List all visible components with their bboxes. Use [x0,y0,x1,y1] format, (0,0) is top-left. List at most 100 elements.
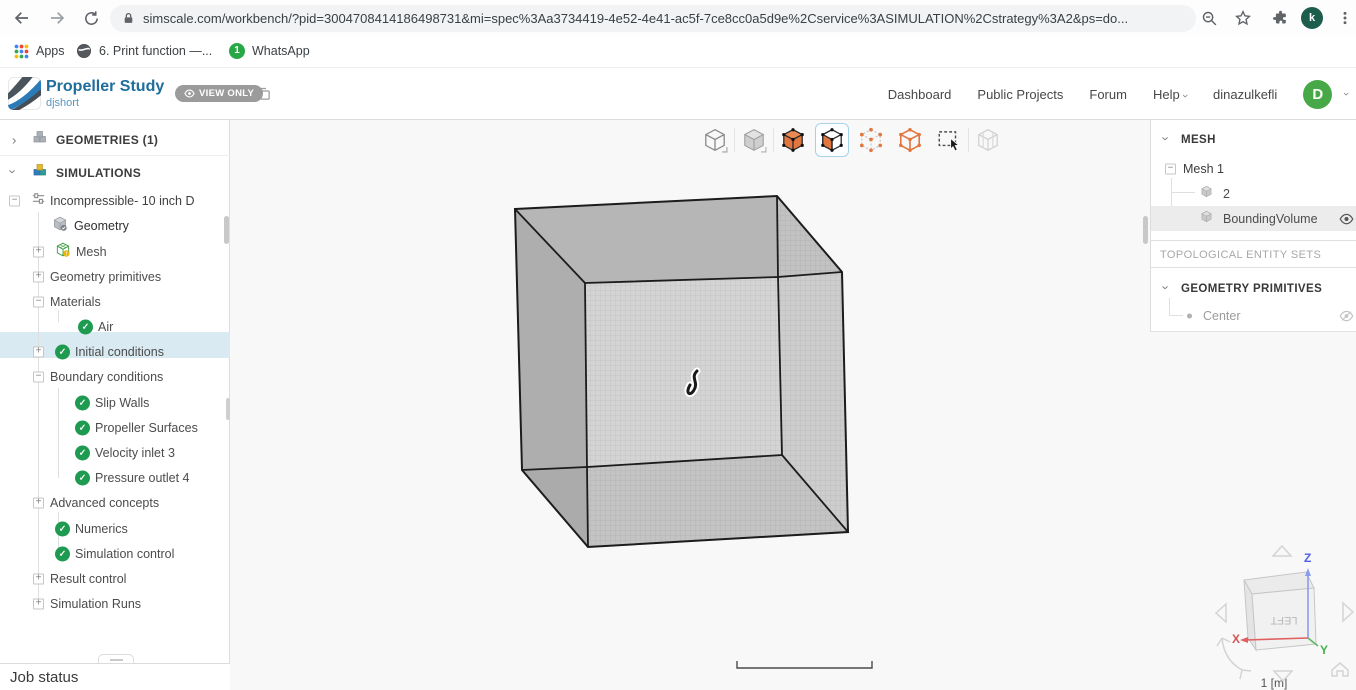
section-label: TOPOLOGICAL ENTITY SETS [1160,248,1322,261]
sidebar-item-geometry[interactable]: Geometry [0,213,230,238]
screen: simscale.com/workbench/?pid=300470841418… [0,0,1356,690]
sidebar-item-mesh[interactable]: + ! Mesh [0,239,230,264]
nav-arrow-left[interactable] [1214,602,1227,624]
check-complete-icon: ✓ [75,470,90,485]
right-panel-scrollbar[interactable] [1143,216,1148,244]
visibility-eye-off-icon[interactable] [1339,308,1354,323]
expand-icon[interactable]: + [33,598,44,609]
axis-x-label: X [1232,632,1240,646]
browser-toolbar: simscale.com/workbench/?pid=300470841418… [0,0,1356,35]
bookmark-print-function[interactable]: 6. Print function —... [76,35,212,67]
nav-forum[interactable]: Forum [1089,87,1127,102]
extensions-puzzle-icon[interactable] [1269,7,1291,29]
toolbar-hidden-geometry-button[interactable] [971,123,1005,157]
bookmark-whatsapp[interactable]: 1 WhatsApp [229,35,310,67]
job-status-panel[interactable]: Job status [0,663,230,690]
chevron-down-icon[interactable]: › [1159,285,1174,289]
browser-profile-avatar[interactable]: k [1301,7,1323,29]
toolbar-face-select-button[interactable] [815,123,849,157]
expand-icon[interactable]: + [33,271,44,282]
sidebar-item-boundary-conditions[interactable]: − Boundary conditions [0,364,230,389]
sidebar-item-geometries[interactable]: › GEOMETRIES (1) [0,127,230,152]
project-owner[interactable]: djshort [46,97,79,109]
apps-shortcut[interactable]: Apps [14,35,65,67]
toolbar-vertex-select-button[interactable] [854,123,888,157]
copy-project-icon[interactable] [256,86,271,101]
back-icon[interactable] [11,7,33,29]
expand-icon[interactable]: + [33,573,44,584]
simscale-logo[interactable] [8,77,41,110]
chevron-down-icon[interactable]: › [1340,92,1352,96]
tree-item-mesh1[interactable]: − Mesh 1 [1151,156,1356,181]
expand-icon[interactable]: + [33,246,44,257]
sidebar-item-label: GEOMETRIES (1) [56,132,159,147]
sidebar-item-simulation-runs[interactable]: + Simulation Runs [0,591,230,616]
url-text: simscale.com/workbench/?pid=300470841418… [143,11,1129,26]
nav-public-projects[interactable]: Public Projects [977,87,1063,102]
collapse-icon[interactable]: − [33,371,44,382]
tree-item-boundingvolume[interactable]: BoundingVolume [1151,206,1356,231]
user-avatar[interactable]: D [1303,79,1333,109]
expand-icon[interactable]: + [33,346,44,357]
sidebar-item-label: Pressure outlet 4 [95,470,190,485]
view-only-badge: VIEW ONLY [175,85,264,102]
project-title[interactable]: Propeller Study [46,78,164,96]
sidebar-item-air[interactable]: ✓ Air [0,314,230,339]
toolbar-wireframe-view-button[interactable] [698,123,732,157]
whatsapp-badge-icon: 1 [229,43,245,59]
sidebar-item-simulation-control[interactable]: ✓ Simulation control [0,541,230,566]
sidebar-item-label: Propeller Surfaces [95,420,198,435]
expand-icon[interactable]: + [33,497,44,508]
visibility-eye-icon[interactable] [1339,211,1354,226]
bookmark-star-icon[interactable] [1232,7,1254,29]
sidebar-item-propeller-surfaces[interactable]: ✓ Propeller Surfaces [0,415,230,440]
address-bar[interactable]: simscale.com/workbench/?pid=300470841418… [110,5,1196,32]
mesh-section-header[interactable]: › MESH [1151,127,1356,152]
reload-icon[interactable] [80,7,102,29]
nav-username[interactable]: dinazulkefli [1213,87,1277,102]
sidebar-item-pressure-outlet[interactable]: ✓ Pressure outlet 4 [0,465,230,490]
toolbar-edge-select-button[interactable] [893,123,927,157]
nav-arrow-up[interactable] [1271,544,1293,557]
sidebar-item-initial-conditions[interactable]: + ✓ Initial conditions [0,339,230,364]
check-complete-icon: ✓ [55,344,70,359]
collapse-icon[interactable]: − [9,195,20,206]
sidebar-item-label: Simulation Runs [50,596,142,611]
nav-help[interactable]: Help › [1153,87,1191,102]
nav-dashboard[interactable]: Dashboard [888,87,952,102]
chevron-down-icon[interactable]: › [1159,136,1174,140]
sidebar-item-label: Simulation control [75,546,175,561]
chevron-right-icon[interactable]: › [12,132,16,147]
nav-cube-face-label[interactable]: LEFT [1270,614,1297,626]
sidebar-item-label: Mesh [76,244,107,259]
sidebar-item-label: Numerics [75,521,128,536]
geometry-primitives-header[interactable]: › GEOMETRY PRIMITIVES [1151,276,1356,301]
browser-menu-icon[interactable] [1334,7,1356,29]
chevron-down-icon[interactable]: › [6,169,21,173]
toolbar-solid-view-button[interactable] [737,123,771,157]
nav-arrow-down[interactable] [1272,670,1294,683]
sidebar-item-slip-walls[interactable]: ✓ Slip Walls [0,390,230,415]
tree-item-2[interactable]: 2 [1151,181,1356,206]
navigation-cube[interactable]: LEFT X Z Y [1208,542,1356,690]
sidebar-item-materials[interactable]: − Materials [0,289,230,314]
sidebar-item-result-control[interactable]: + Result control [0,566,230,591]
collapse-icon[interactable]: − [1165,163,1176,174]
sidebar-item-simulations[interactable]: › SIMULATIONS [0,160,230,185]
zoom-icon[interactable] [1198,7,1220,29]
nav-arrow-right[interactable] [1342,601,1355,623]
forward-icon[interactable] [46,7,68,29]
tree-item-center[interactable]: Center [1151,303,1356,328]
tree-item-label: Center [1203,308,1241,323]
toolbar-box-select-button[interactable] [932,123,966,157]
sidebar-item-numerics[interactable]: ✓ Numerics [0,516,230,541]
sidebar-item-velocity-inlet[interactable]: ✓ Velocity inlet 3 [0,440,230,465]
sidebar-item-advanced-concepts[interactable]: + Advanced concepts [0,490,230,515]
sidebar-item-incompressible[interactable]: − Incompressible- 10 inch D [0,188,230,213]
toolbar-volume-select-button[interactable] [776,123,810,157]
sidebar-item-geometry-primitives[interactable]: + Geometry primitives [0,264,230,289]
nav-home-icon[interactable] [1331,662,1349,677]
collapse-icon[interactable]: − [33,296,44,307]
header-nav: Dashboard Public Projects Forum Help › d… [888,68,1356,120]
topological-entity-sets-header[interactable]: TOPOLOGICAL ENTITY SETS [1151,242,1356,267]
